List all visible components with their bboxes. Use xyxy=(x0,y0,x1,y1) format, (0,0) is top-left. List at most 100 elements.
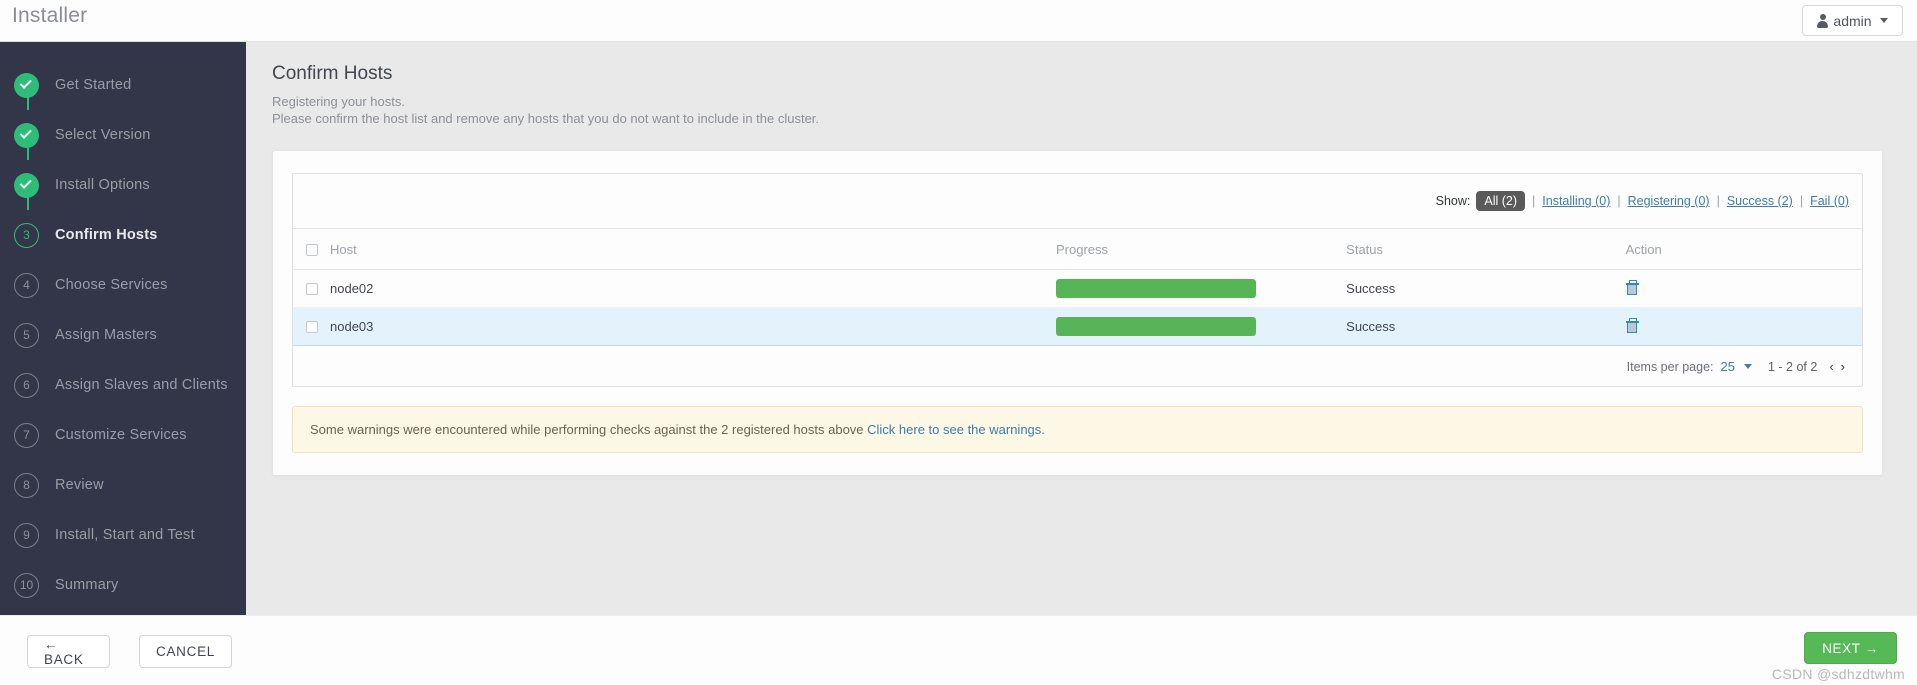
step-connector xyxy=(26,97,29,110)
chevron-down-icon xyxy=(1879,18,1888,23)
cell-status: Success xyxy=(1346,269,1626,308)
sidebar-step-get-started[interactable]: Get Started xyxy=(0,60,246,110)
check-icon xyxy=(19,126,32,139)
host-name: node02 xyxy=(330,281,374,296)
sidebar-step-select-version[interactable]: Select Version xyxy=(0,110,246,160)
hosts-table-body: node02 Success node03 Success xyxy=(293,269,1862,346)
step-check-icon xyxy=(14,72,39,98)
sidebar-step-label: Install Options xyxy=(55,177,150,193)
step-number-badge: 6 xyxy=(14,372,39,398)
sidebar-step-label: Review xyxy=(55,477,104,493)
step-connector xyxy=(27,347,29,360)
user-menu-button[interactable]: admin xyxy=(1802,5,1903,36)
warning-link[interactable]: Click here to see the warnings. xyxy=(867,422,1045,437)
pagination-prev-icon[interactable]: ‹ xyxy=(1829,359,1833,374)
top-header-bar: Installer admin xyxy=(0,0,1917,42)
sidebar-step-summary[interactable]: 10 Summary xyxy=(0,560,246,610)
sidebar-step-label: Assign Masters xyxy=(55,327,157,343)
filter-option-installing-0[interactable]: Installing (0) xyxy=(1542,194,1610,208)
sidebar-step-assign-slaves-and-clients[interactable]: 6 Assign Slaves and Clients xyxy=(0,360,246,410)
filter-separator: | xyxy=(1716,194,1720,208)
filter-option-success-2[interactable]: Success (2) xyxy=(1727,194,1793,208)
items-per-page-value[interactable]: 25 xyxy=(1721,359,1735,374)
cancel-button[interactable]: CANCEL xyxy=(139,635,232,668)
sidebar-step-label: Summary xyxy=(55,577,119,593)
check-icon xyxy=(19,176,32,189)
step-connector xyxy=(27,247,29,260)
step-connector xyxy=(27,397,29,410)
sidebar-step-review[interactable]: 8 Review xyxy=(0,460,246,510)
filter-separator: | xyxy=(1532,194,1536,208)
main-content: Confirm Hosts Registering your hosts. Pl… xyxy=(246,42,1917,615)
cell-progress xyxy=(1056,307,1347,346)
page-subtitle-line1: Registering your hosts. xyxy=(272,94,405,109)
progress-bar-fill xyxy=(1056,317,1256,336)
step-check-icon xyxy=(14,172,39,198)
wizard-sidebar: Get Started Select Version Install Options… xyxy=(0,42,246,615)
sidebar-step-label: Choose Services xyxy=(55,277,168,293)
app-title: Installer xyxy=(12,4,88,27)
pagination-next-icon[interactable]: › xyxy=(1841,359,1845,374)
column-header-progress: Progress xyxy=(1056,229,1347,270)
step-connector xyxy=(27,297,29,310)
step-connector xyxy=(26,197,29,210)
sidebar-step-customize-services[interactable]: 7 Customize Services xyxy=(0,410,246,460)
filter-option-fail-0[interactable]: Fail (0) xyxy=(1810,194,1849,208)
page-subtitle-line2: Please confirm the host list and remove … xyxy=(272,111,820,126)
hosts-panel: Show: All (2) | Installing (0) | Registering… xyxy=(292,173,1863,387)
back-button[interactable]: ← BACK xyxy=(27,635,110,668)
sidebar-step-choose-services[interactable]: 4 Choose Services xyxy=(0,260,246,310)
sidebar-step-label: Confirm Hosts xyxy=(55,227,158,243)
sidebar-step-install-start-and-test[interactable]: 9 Install, Start and Test xyxy=(0,510,246,560)
step-number-badge: 10 xyxy=(14,572,39,598)
filter-option-all-2[interactable]: All (2) xyxy=(1476,191,1526,211)
filter-option-registering-0[interactable]: Registering (0) xyxy=(1628,194,1710,208)
page-subtitle: Registering your hosts. Please confirm t… xyxy=(272,93,1887,127)
table-header-row: Host Progress Status Action xyxy=(293,229,1862,270)
cell-action xyxy=(1625,269,1862,308)
row-checkbox[interactable] xyxy=(306,283,318,295)
sidebar-step-confirm-hosts[interactable]: 3 Confirm Hosts xyxy=(0,210,246,260)
step-check-icon xyxy=(14,122,39,148)
sidebar-step-install-options[interactable]: Install Options xyxy=(0,160,246,210)
sidebar-step-assign-masters[interactable]: 5 Assign Masters xyxy=(0,310,246,360)
next-button[interactable]: NEXT → xyxy=(1804,632,1897,664)
cell-status: Success xyxy=(1346,307,1626,346)
sidebar-step-label: Customize Services xyxy=(55,427,187,443)
progress-bar xyxy=(1056,317,1256,336)
trash-icon[interactable] xyxy=(1625,317,1639,333)
trash-icon[interactable] xyxy=(1625,279,1639,295)
status-filter-bar: Show: All (2) | Installing (0) | Registering… xyxy=(293,174,1862,229)
step-connector xyxy=(27,447,29,460)
items-per-page-chevron-down-icon[interactable] xyxy=(1743,364,1752,369)
host-name: node03 xyxy=(330,319,374,334)
step-connector xyxy=(26,147,29,160)
step-number-badge: 3 xyxy=(14,222,39,248)
step-connector xyxy=(27,547,29,560)
sidebar-step-label: Install, Start and Test xyxy=(55,527,195,543)
step-number-badge: 4 xyxy=(14,272,39,298)
cell-host: node02 xyxy=(293,269,1056,308)
column-header-host: Host xyxy=(293,229,1056,270)
warning-banner: Some warnings were encountered while per… xyxy=(292,406,1863,453)
step-number-badge: 8 xyxy=(14,472,39,498)
pagination-bar: Items per page: 25 1 - 2 of 2 ‹ › xyxy=(293,346,1862,386)
cell-host: node03 xyxy=(293,307,1056,346)
cell-progress xyxy=(1056,269,1347,308)
step-number-badge: 9 xyxy=(14,522,39,548)
sidebar-step-label: Select Version xyxy=(55,127,151,143)
watermark: CSDN @sdhzdtwhm xyxy=(1771,666,1905,682)
user-icon xyxy=(1817,13,1829,28)
select-all-checkbox[interactable] xyxy=(306,244,318,256)
table-row[interactable]: node03 Success xyxy=(293,307,1862,346)
pagination-range: 1 - 2 of 2 xyxy=(1767,359,1818,374)
wizard-step-list: Get Started Select Version Install Options… xyxy=(0,42,246,610)
progress-bar-fill xyxy=(1056,279,1256,298)
sidebar-step-label: Assign Slaves and Clients xyxy=(55,377,228,393)
check-icon xyxy=(19,76,32,89)
user-menu-label: admin xyxy=(1833,12,1872,29)
row-checkbox[interactable] xyxy=(306,321,318,333)
table-row[interactable]: node02 Success xyxy=(293,269,1862,308)
progress-bar xyxy=(1056,279,1256,298)
page-title: Confirm Hosts xyxy=(272,63,393,84)
